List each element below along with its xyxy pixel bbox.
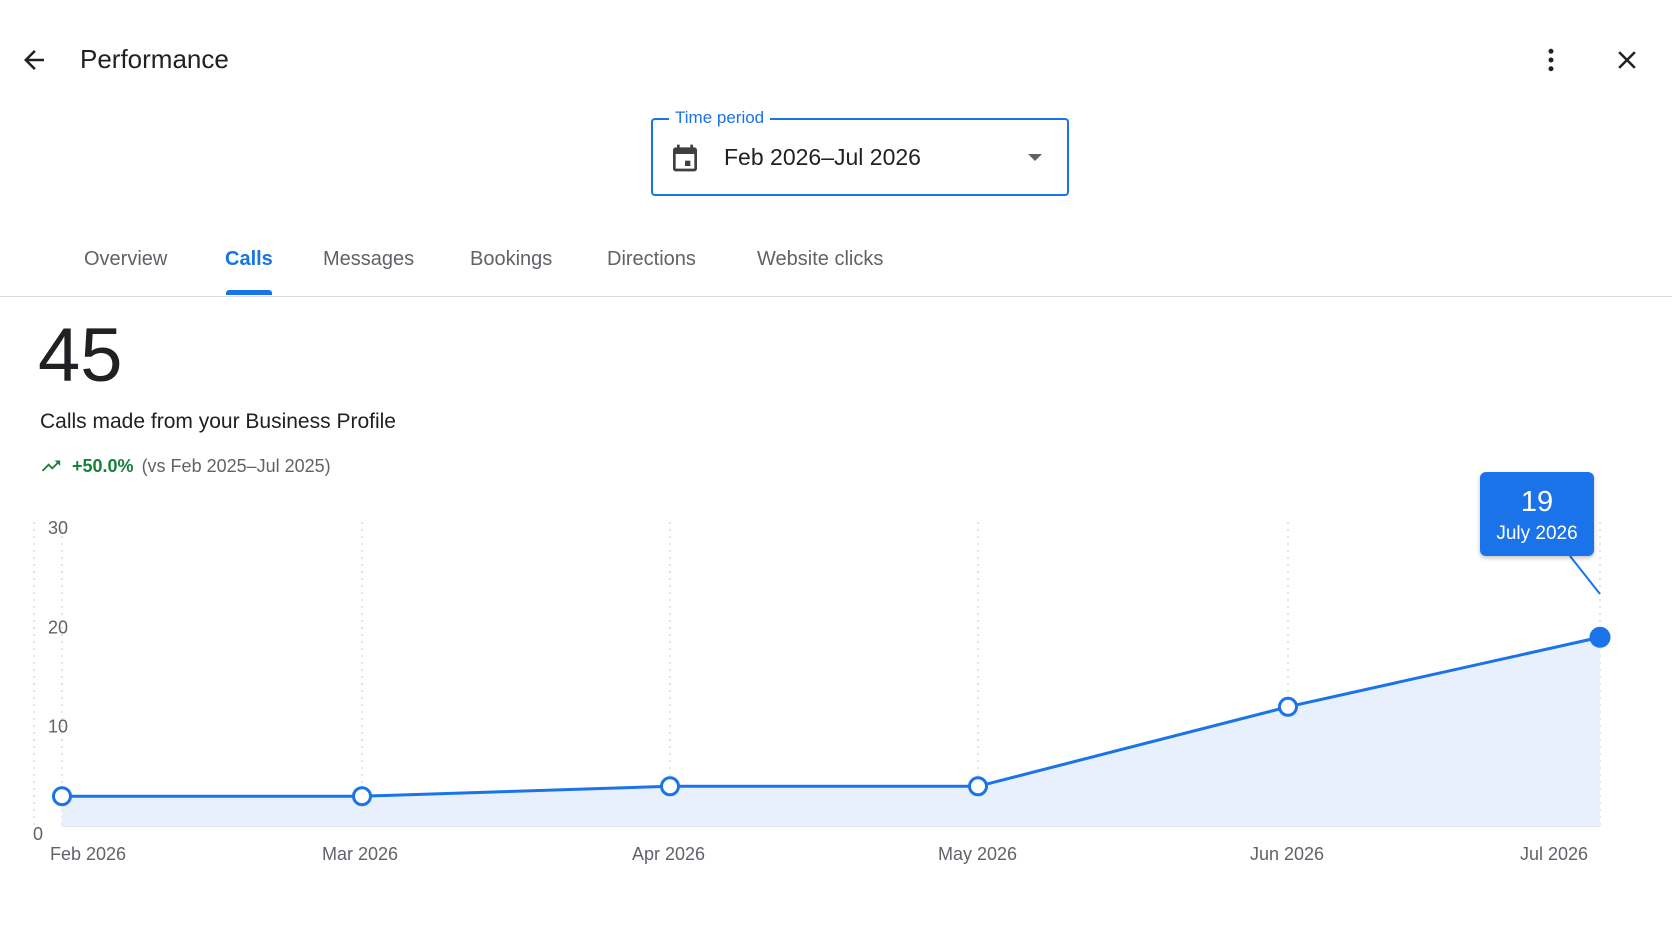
time-period-label: Time period	[669, 108, 771, 128]
arrow-back-icon	[24, 50, 44, 70]
x-tick-label: Jun 2026	[1250, 844, 1324, 864]
data-point-jun-2026	[1278, 696, 1298, 717]
x-tick-label: Feb 2026	[50, 844, 126, 864]
x-tick-label: Jul 2026	[1520, 844, 1588, 864]
more-options-button[interactable]	[1527, 36, 1575, 84]
tab-bar: Overview Calls Messages Bookings Directi…	[0, 228, 1672, 297]
metric-total: 45	[38, 313, 123, 398]
calls-chart: 0 10 20 30 Feb 2026 Mar 2026 Apr 2026 May 2026 J…	[33, 518, 1611, 864]
tooltip-pointer	[1569, 555, 1601, 595]
tab-directions[interactable]: Directions	[607, 248, 696, 271]
data-point-may-2026	[968, 776, 988, 797]
top-bar: Performance	[0, 0, 1672, 120]
close-icon	[1618, 51, 1636, 69]
x-tick-label: Apr 2026	[632, 844, 705, 864]
back-button[interactable]	[10, 36, 58, 84]
tab-messages[interactable]: Messages	[323, 248, 414, 271]
y-tick-label: 0	[33, 824, 43, 844]
page-title: Performance	[80, 44, 229, 74]
tab-overview[interactable]: Overview	[84, 248, 167, 271]
y-tick-label: 30	[48, 518, 68, 538]
active-tab-indicator	[226, 290, 272, 295]
data-point-mar-2026	[352, 786, 372, 807]
data-point-feb-2026	[52, 786, 72, 807]
tooltip-label: July 2026	[1496, 523, 1578, 544]
y-tick-label: 20	[48, 617, 68, 637]
x-tick-label: May 2026	[938, 844, 1017, 864]
close-button[interactable]	[1603, 36, 1651, 84]
metric-description: Calls made from your Business Profile	[40, 410, 396, 433]
y-tick-label: 10	[48, 717, 68, 737]
tab-bookings[interactable]: Bookings	[470, 248, 552, 271]
dropdown-arrow-icon	[1028, 154, 1042, 161]
tab-calls[interactable]: Calls	[225, 248, 273, 271]
calendar-icon	[669, 142, 701, 179]
time-period-select[interactable]: Time period Feb 2026–Jul 2026	[651, 108, 1069, 196]
data-point-apr-2026	[660, 776, 680, 797]
chart-tooltip: 19 July 2026	[1480, 472, 1594, 556]
more-vert-icon	[1548, 48, 1554, 72]
data-point-jul-2026	[1589, 626, 1611, 648]
time-period-value: Feb 2026–Jul 2026	[724, 144, 921, 170]
x-tick-label: Mar 2026	[322, 844, 398, 864]
tooltip-value: 19	[1520, 486, 1554, 518]
tab-website-clicks[interactable]: Website clicks	[757, 248, 883, 271]
